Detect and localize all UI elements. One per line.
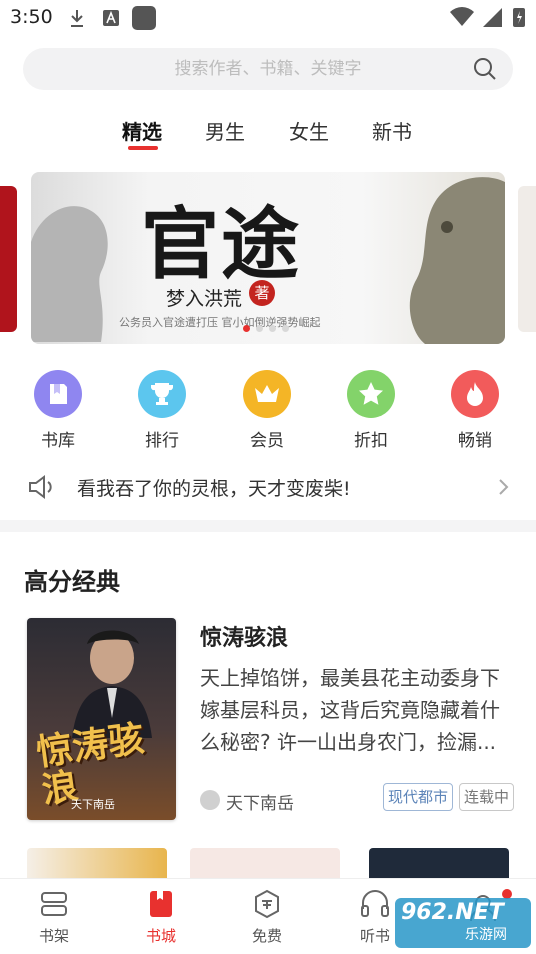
tab-active-indicator: [128, 146, 158, 150]
banner-tagline: 公务员入官途遭打压 官小如倒逆强势崛起: [119, 316, 321, 329]
carousel-dot: [269, 325, 276, 332]
nav-label: 免费: [251, 927, 282, 945]
shortcut-ranking[interactable]: 排行: [127, 370, 197, 451]
search-bar[interactable]: [23, 48, 513, 90]
status-tag: 连载中: [459, 783, 515, 811]
status-time: 3:50: [10, 6, 53, 28]
flame-icon: [451, 370, 499, 418]
shortcut-label: 畅销: [458, 431, 492, 451]
banner-title: 官途: [141, 199, 302, 290]
book-cover-peek[interactable]: [27, 848, 167, 880]
nav-bookstore[interactable]: 书城: [131, 887, 191, 946]
free-icon: [255, 889, 279, 919]
nav-bookshelf[interactable]: 书架: [24, 887, 84, 946]
book-cover[interactable]: 惊涛骇浪 天下南岳: [27, 618, 176, 820]
book-author: 天下南岳: [226, 794, 294, 814]
watermark-number: 962.NET: [401, 900, 504, 925]
status-bar: 3:50: [0, 0, 536, 36]
lion-statue-left: [31, 206, 108, 342]
carousel-dot: [282, 325, 289, 332]
site-watermark: 962.NET 乐游网: [395, 898, 531, 948]
nav-label: 书城: [145, 927, 176, 945]
banner-next-peek[interactable]: [518, 186, 536, 332]
watermark-site: 乐游网: [465, 927, 507, 943]
book-title[interactable]: 惊涛骇浪: [200, 620, 288, 652]
shortcut-vip[interactable]: 会员: [232, 370, 302, 451]
book-library-icon: [34, 370, 82, 418]
download-icon: [71, 10, 83, 27]
crown-icon: [243, 370, 291, 418]
shortcut-label: 书库: [41, 431, 75, 451]
shortcut-label: 会员: [250, 431, 284, 451]
font-app-icon: [103, 10, 119, 26]
shortcut-library[interactable]: 书库: [23, 370, 93, 451]
shortcut-bestseller[interactable]: 畅销: [440, 370, 510, 451]
genre-tag: 现代都市: [383, 783, 454, 811]
banner-author: 梦入洪荒: [166, 288, 243, 310]
carousel-dot: [256, 325, 263, 332]
category-tabs: 精选 男生 女生 新书: [0, 112, 536, 160]
headphones-icon: [361, 890, 389, 917]
book-description: 天上掉馅饼，最美县花主动委身下嫁基层科员，这背后究竟隐藏着什么秘密? 许一山出身…: [200, 666, 500, 754]
book-cover-peek[interactable]: [369, 848, 509, 880]
signal-icon: [483, 8, 502, 27]
section-divider: [0, 520, 536, 532]
star-icon: [347, 370, 395, 418]
notice-text: 看我吞了你的灵根，天才变废柴!: [77, 478, 351, 500]
author-avatar-icon: [200, 790, 220, 810]
nav-label: 书架: [38, 927, 69, 945]
notice-bar[interactable]: 看我吞了你的灵根，天才变废柴!: [0, 466, 536, 506]
lion-statue-right: [409, 177, 505, 344]
chevron-right-icon: [499, 479, 509, 495]
banner-prev-peek[interactable]: [0, 186, 17, 332]
wifi-icon: [450, 7, 474, 27]
carousel-dots: [243, 325, 289, 332]
tab-new-books[interactable]: 新书: [372, 116, 412, 145]
banner-carousel[interactable]: 官途 梦入洪荒 著 公务员入官途遭打压 官小如倒逆强势崛起: [31, 172, 505, 344]
shortcut-discount[interactable]: 折扣: [336, 370, 406, 451]
cover-author: 天下南岳: [71, 798, 115, 811]
app-notification-icon: [132, 6, 156, 30]
nav-free[interactable]: 免费: [237, 887, 297, 946]
carousel-dot: [243, 325, 250, 332]
trophy-icon: [138, 370, 186, 418]
tab-female[interactable]: 女生: [289, 116, 329, 145]
tab-selected[interactable]: 精选: [122, 116, 162, 145]
section-title: 高分经典: [24, 568, 120, 596]
bookstore-icon: [150, 891, 172, 917]
bookshelf-icon: [41, 892, 67, 916]
battery-icon: [513, 8, 525, 27]
book-cover-peek[interactable]: [190, 848, 340, 880]
search-input[interactable]: [23, 48, 513, 90]
search-icon[interactable]: [473, 57, 497, 81]
shortcut-label: 排行: [145, 431, 179, 451]
speaker-icon: [29, 475, 52, 499]
status-right-icons: [450, 6, 526, 28]
shortcut-label: 折扣: [354, 431, 388, 451]
banner-author-badge: 著: [249, 280, 275, 306]
tab-male[interactable]: 男生: [205, 116, 245, 145]
